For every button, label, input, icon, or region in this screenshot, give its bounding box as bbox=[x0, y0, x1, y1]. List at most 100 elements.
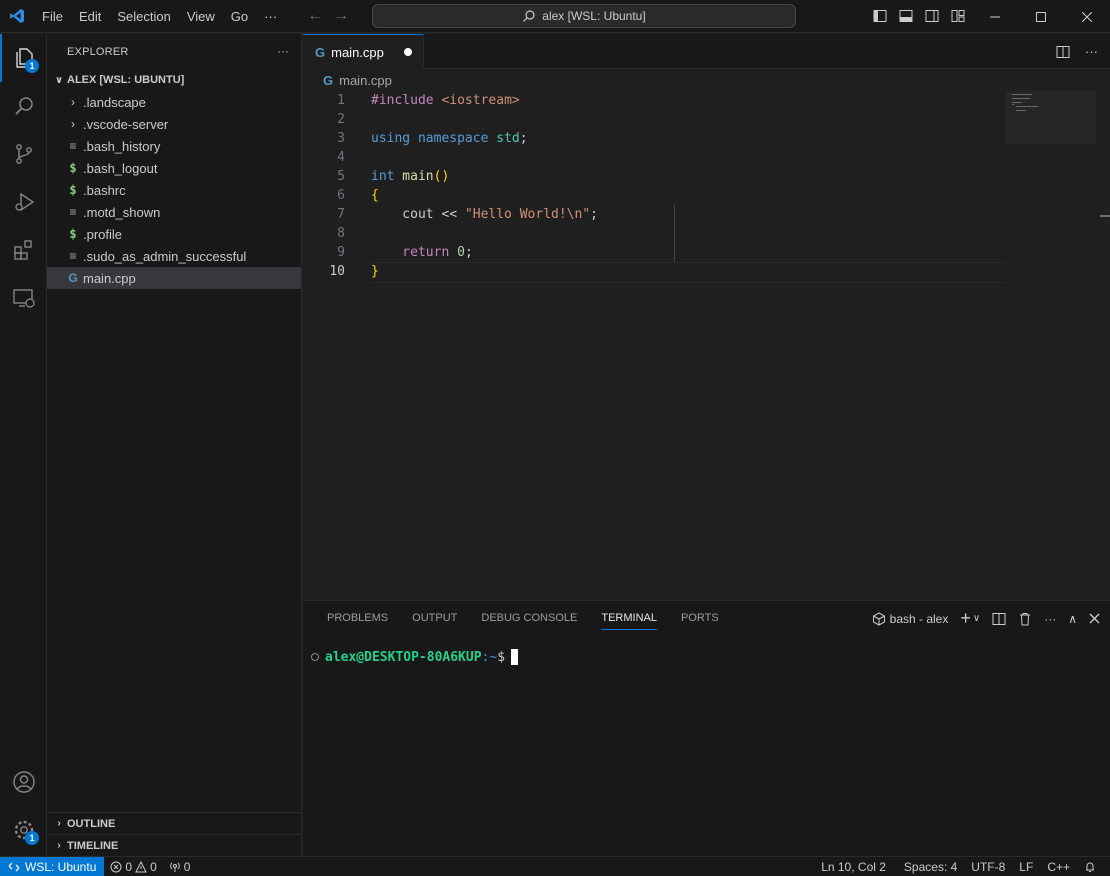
menu-view[interactable]: View bbox=[179, 0, 223, 33]
timeline-section[interactable]: › TIMELINE bbox=[47, 834, 301, 856]
minimap-line bbox=[1012, 98, 1030, 99]
tab-main-cpp[interactable]: G main.cpp bbox=[303, 34, 424, 69]
line-number: 10 bbox=[329, 264, 345, 279]
notifications-button[interactable] bbox=[1078, 861, 1102, 873]
token: int bbox=[371, 169, 395, 184]
toggle-secondary-sidebar-icon[interactable] bbox=[924, 8, 940, 24]
explorer-more-button[interactable]: ··· bbox=[277, 46, 289, 58]
tree-item-landscape[interactable]: › .landscape bbox=[47, 91, 301, 113]
tree-item-motd-shown[interactable]: ≡ .motd_shown bbox=[47, 201, 301, 223]
unsaved-dot-icon[interactable] bbox=[403, 48, 412, 56]
editor-more-button[interactable]: ··· bbox=[1085, 44, 1098, 59]
command-center[interactable]: alex [WSL: Ubuntu] bbox=[372, 4, 796, 28]
activity-run-debug[interactable] bbox=[0, 178, 47, 226]
toggle-panel-icon[interactable] bbox=[898, 8, 914, 24]
ports-indicator[interactable]: 0 bbox=[163, 860, 197, 874]
code-line: 2 bbox=[303, 110, 1110, 129]
tree-item-vscode-server[interactable]: › .vscode-server bbox=[47, 113, 301, 135]
menu-selection[interactable]: Selection bbox=[109, 0, 178, 33]
minimap-line bbox=[1012, 102, 1022, 103]
indentation[interactable]: Spaces: 4 bbox=[898, 860, 963, 874]
end-of-line[interactable]: LF bbox=[1013, 860, 1039, 874]
activity-remote-explorer[interactable] bbox=[0, 274, 47, 322]
title-bar: File Edit Selection View Go ··· ← → alex… bbox=[0, 0, 1110, 33]
line-number: 5 bbox=[337, 169, 345, 184]
problems-indicator[interactable]: 0 0 bbox=[104, 860, 162, 874]
language-mode[interactable]: C++ bbox=[1041, 860, 1076, 874]
close-icon[interactable] bbox=[1089, 613, 1100, 624]
tree-item-profile[interactable]: $ .profile bbox=[47, 223, 301, 245]
toggle-primary-sidebar-icon[interactable] bbox=[872, 8, 888, 24]
tree-item-bash-logout[interactable]: $ .bash_logout bbox=[47, 157, 301, 179]
menu-edit[interactable]: Edit bbox=[71, 0, 109, 33]
prompt-symbol: $ bbox=[497, 649, 506, 665]
activity-search[interactable] bbox=[0, 82, 47, 130]
tree-item-label: .landscape bbox=[83, 94, 146, 110]
activity-source-control[interactable] bbox=[0, 130, 47, 178]
tab-terminal[interactable]: TERMINAL bbox=[589, 601, 669, 636]
close-window-button[interactable] bbox=[1064, 0, 1110, 33]
error-icon bbox=[110, 861, 122, 872]
line-text: { bbox=[371, 186, 379, 205]
token: ; bbox=[464, 245, 473, 260]
code-line: 7 cout << "Hello World!\n"; bbox=[303, 205, 1110, 224]
tree-item-label: .bashrc bbox=[83, 182, 126, 198]
menu-more-button[interactable]: ··· bbox=[256, 0, 285, 33]
activity-explorer[interactable]: 1 bbox=[0, 34, 47, 82]
tree-item-label: .profile bbox=[83, 226, 123, 242]
account-icon bbox=[12, 771, 35, 793]
tree-item-main-cpp[interactable]: G main.cpp bbox=[47, 267, 301, 289]
line-number: 4 bbox=[337, 150, 345, 165]
split-terminal-icon[interactable] bbox=[992, 612, 1006, 626]
scrollbar-marker[interactable] bbox=[1100, 215, 1110, 217]
line-number: 8 bbox=[337, 226, 345, 241]
new-terminal-plus-icon[interactable]: + bbox=[960, 608, 971, 629]
remote-explorer-icon bbox=[12, 289, 35, 308]
minimap-line bbox=[1012, 94, 1032, 95]
back-arrow-icon[interactable]: ← bbox=[307, 7, 323, 25]
workspace-root[interactable]: ∨ ALEX [WSL: UBUNTU] bbox=[47, 69, 301, 91]
tab-problems[interactable]: PROBLEMS bbox=[315, 601, 400, 636]
breadcrumb: G main.cpp bbox=[303, 69, 1110, 91]
tab-debug-console[interactable]: DEBUG CONSOLE bbox=[469, 601, 589, 636]
minimize-button[interactable] bbox=[972, 0, 1018, 33]
cursor-position[interactable]: Ln 10, Col 2 bbox=[815, 860, 892, 874]
code-line: 8 bbox=[303, 224, 1110, 243]
trash-icon[interactable] bbox=[1018, 612, 1032, 626]
editor-tabs: G main.cpp ··· bbox=[303, 34, 1110, 69]
minimap[interactable] bbox=[1006, 91, 1096, 144]
terminal-cursor bbox=[511, 649, 519, 665]
activity-manage[interactable]: 1 bbox=[0, 806, 47, 854]
token: std bbox=[488, 131, 520, 146]
terminal-output[interactable]: alex@DESKTOP-80A6KUP:~ $ bbox=[311, 649, 519, 665]
outline-section[interactable]: › OUTLINE bbox=[47, 812, 301, 834]
code-line: 9 return 0; bbox=[303, 243, 1110, 262]
panel-more-button[interactable]: ··· bbox=[1044, 612, 1056, 626]
terminal-selector[interactable]: bash - alex bbox=[872, 612, 948, 626]
activity-extensions[interactable] bbox=[0, 226, 47, 274]
code-editor[interactable]: 1 #include <iostream> 2 3 using namespac… bbox=[303, 91, 1110, 283]
breadcrumb-file[interactable]: main.cpp bbox=[339, 73, 392, 88]
chevron-up-icon[interactable]: ∧ bbox=[1068, 612, 1077, 626]
split-editor-icon[interactable] bbox=[1055, 44, 1071, 60]
prompt-path: :~ bbox=[481, 649, 498, 665]
tree-item-bash-history[interactable]: ≡ .bash_history bbox=[47, 135, 301, 157]
menu-file[interactable]: File bbox=[34, 0, 71, 33]
chevron-down-icon[interactable]: ∨ bbox=[973, 613, 980, 624]
code-line: 1 #include <iostream> bbox=[303, 91, 1110, 110]
tree-item-sudo-as-admin[interactable]: ≡ .sudo_as_admin_successful bbox=[47, 245, 301, 267]
menu-go[interactable]: Go bbox=[223, 0, 256, 33]
maximize-button[interactable] bbox=[1018, 0, 1064, 33]
encoding[interactable]: UTF-8 bbox=[965, 860, 1011, 874]
forward-arrow-icon[interactable]: → bbox=[333, 7, 349, 25]
activity-accounts[interactable] bbox=[0, 758, 47, 806]
customize-layout-icon[interactable] bbox=[950, 8, 966, 24]
tree-item-bashrc[interactable]: $ .bashrc bbox=[47, 179, 301, 201]
tab-output[interactable]: OUTPUT bbox=[400, 601, 469, 636]
remote-indicator[interactable]: WSL: Ubuntu bbox=[0, 856, 105, 876]
shell-file-icon: $ bbox=[69, 227, 77, 241]
warning-icon bbox=[135, 860, 147, 872]
explorer-sidebar: EXPLORER ··· ∨ ALEX [WSL: UBUNTU] › .lan… bbox=[47, 34, 302, 856]
token: } bbox=[371, 264, 379, 279]
tab-ports[interactable]: PORTS bbox=[669, 601, 731, 636]
